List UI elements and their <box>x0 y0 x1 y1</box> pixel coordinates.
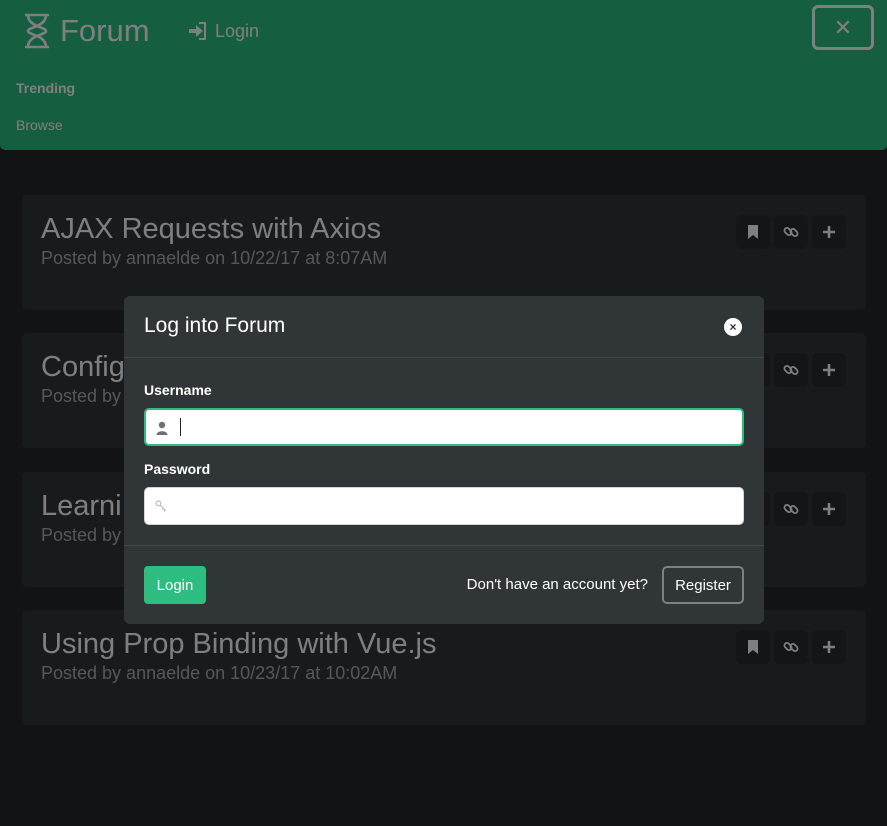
username-input[interactable] <box>178 410 738 444</box>
text-caret <box>180 418 181 436</box>
password-label: Password <box>144 461 211 477</box>
password-field[interactable] <box>144 487 744 525</box>
register-button[interactable]: Register <box>662 566 744 604</box>
modal-close-button[interactable]: × <box>724 318 742 336</box>
username-label: Username <box>144 382 212 398</box>
modal-footer: Login Don't have an account yet? Registe… <box>124 546 764 623</box>
login-button[interactable]: Login <box>144 566 206 604</box>
modal-title: Log into Forum <box>144 314 286 337</box>
key-icon <box>155 500 167 512</box>
no-account-text: Don't have an account yet? <box>466 576 648 593</box>
login-modal: Log into Forum × Username Password Login… <box>124 296 764 624</box>
close-icon: × <box>729 320 737 334</box>
username-field[interactable] <box>144 408 744 446</box>
user-icon <box>156 421 168 435</box>
modal-body: Username Password <box>124 358 764 546</box>
password-input[interactable] <box>177 488 737 524</box>
modal-header: Log into Forum × <box>124 296 764 358</box>
